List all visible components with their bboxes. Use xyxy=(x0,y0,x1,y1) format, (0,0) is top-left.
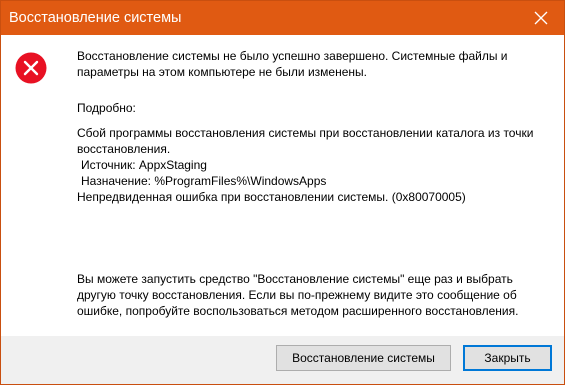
details-text: Сбой программы восстановления системы пр… xyxy=(77,125,547,205)
source-line: Источник: AppxStaging xyxy=(81,158,207,172)
error-icon xyxy=(15,52,47,84)
destination-line: Назначение: %ProgramFiles%\WindowsApps xyxy=(81,174,327,188)
details-line: Сбой программы восстановления системы пр… xyxy=(77,126,534,156)
close-window-button[interactable] xyxy=(518,1,564,35)
system-restore-button[interactable]: Восстановление системы xyxy=(276,345,451,371)
window-title: Восстановление системы xyxy=(9,10,182,26)
error-line: Непредвиденная ошибка при восстановлении… xyxy=(77,190,466,204)
hint-text: Вы можете запустить средство "Восстановл… xyxy=(77,272,519,318)
details-label: Подробно: xyxy=(77,101,136,115)
main-message: Восстановление системы не было успешно з… xyxy=(77,49,508,79)
system-restore-dialog: Восстановление системы Восстановление си… xyxy=(0,0,565,385)
close-button[interactable]: Закрыть xyxy=(463,345,552,371)
title-bar[interactable]: Восстановление системы xyxy=(1,1,564,35)
close-icon xyxy=(534,11,548,25)
